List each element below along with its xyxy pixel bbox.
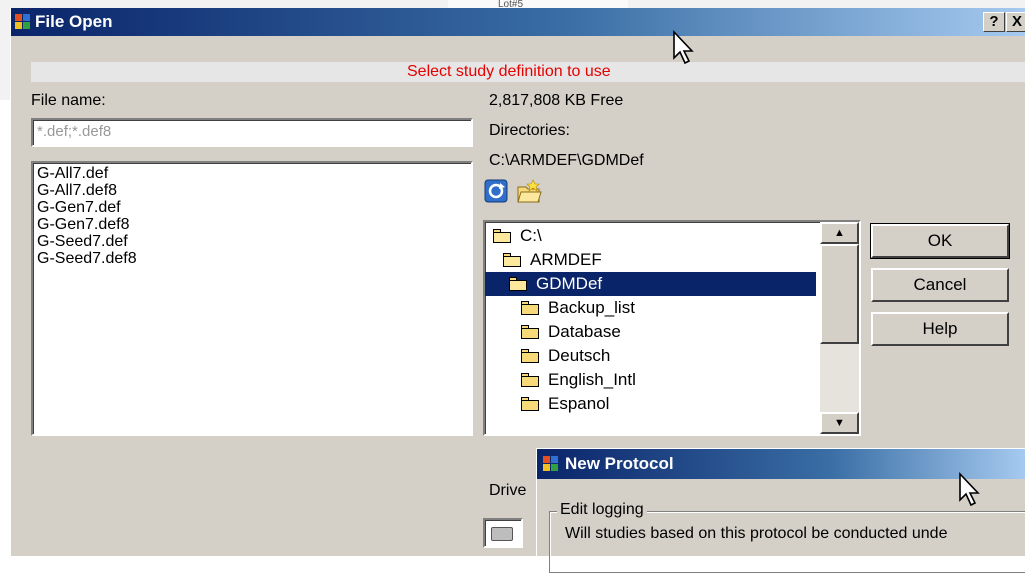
directory-scrollbar[interactable]: ▲ ▼ (820, 222, 859, 434)
scroll-thumb[interactable] (820, 244, 859, 344)
dialog-title: File Open (35, 12, 113, 31)
help-title-button[interactable]: ? (983, 12, 1005, 32)
list-item[interactable]: G-Seed7.def8 (37, 250, 467, 267)
file-name-input[interactable]: *.def;*.def8 (31, 118, 473, 147)
app-icon (543, 456, 559, 472)
help-button[interactable]: Help (871, 312, 1009, 346)
list-item[interactable]: G-Seed7.def (37, 233, 467, 250)
dir-item-backup-list[interactable]: Backup_list (521, 296, 638, 320)
open-folder-icon (509, 277, 529, 291)
mouse-cursor (958, 471, 984, 513)
mouse-cursor (672, 29, 698, 71)
dir-item-armdef[interactable]: ARMDEF (503, 248, 605, 272)
file-open-titlebar[interactable]: File Open ? X (11, 8, 1025, 36)
file-name-label: File name: (31, 92, 106, 109)
list-item[interactable]: G-All7.def (37, 165, 467, 182)
folder-icon (521, 397, 541, 411)
open-folder-icon (503, 253, 523, 267)
dir-item-english-intl[interactable]: English_Intl (521, 368, 639, 392)
dir-item-deutsch[interactable]: Deutsch (521, 344, 613, 368)
ok-button[interactable]: OK (870, 223, 1010, 259)
new-protocol-titlebar[interactable]: New Protocol (537, 449, 1025, 479)
drives-label: Drive (489, 482, 527, 499)
folder-icon (521, 373, 541, 387)
close-button[interactable]: X (1006, 12, 1025, 32)
edit-logging-label: Edit logging (557, 501, 647, 519)
list-item[interactable]: G-All7.def8 (37, 182, 467, 199)
banner-text: Select study definition to use (407, 63, 611, 80)
cancel-button[interactable]: Cancel (871, 268, 1009, 302)
folder-icon (521, 349, 541, 363)
new-folder-icon[interactable] (515, 178, 543, 206)
folder-icon (521, 325, 541, 339)
directories-label: Directories: (489, 122, 570, 139)
dir-item-espanol[interactable]: Espanol (521, 392, 612, 416)
new-protocol-title: New Protocol (565, 454, 674, 473)
current-path: C:\ARMDEF\GDMDef (489, 152, 644, 169)
scroll-down-icon[interactable]: ▼ (820, 412, 859, 434)
new-protocol-dialog: New Protocol Edit logging Will studies b… (536, 448, 1025, 573)
list-item[interactable]: G-Gen7.def8 (37, 216, 467, 233)
edit-logging-question: Will studies based on this protocol be c… (565, 525, 948, 542)
refresh-icon[interactable] (483, 178, 511, 206)
drive-select[interactable] (483, 518, 523, 548)
dir-item-root[interactable]: C:\ (493, 224, 545, 248)
folder-icon (521, 301, 541, 315)
file-list[interactable]: G-All7.def G-All7.def8 G-Gen7.def G-Gen7… (31, 161, 473, 436)
open-folder-icon (493, 229, 513, 243)
list-item[interactable]: G-Gen7.def (37, 199, 467, 216)
free-space-text: 2,817,808 KB Free (489, 92, 624, 109)
dir-item-database[interactable]: Database (521, 320, 624, 344)
directory-list[interactable]: C:\ ARMDEF GDMDef Backup_list Database D… (483, 220, 861, 436)
drive-icon (491, 527, 513, 541)
dir-item-gdmdef[interactable]: GDMDef (485, 272, 816, 296)
app-icon (15, 14, 31, 30)
scroll-up-icon[interactable]: ▲ (820, 222, 859, 244)
